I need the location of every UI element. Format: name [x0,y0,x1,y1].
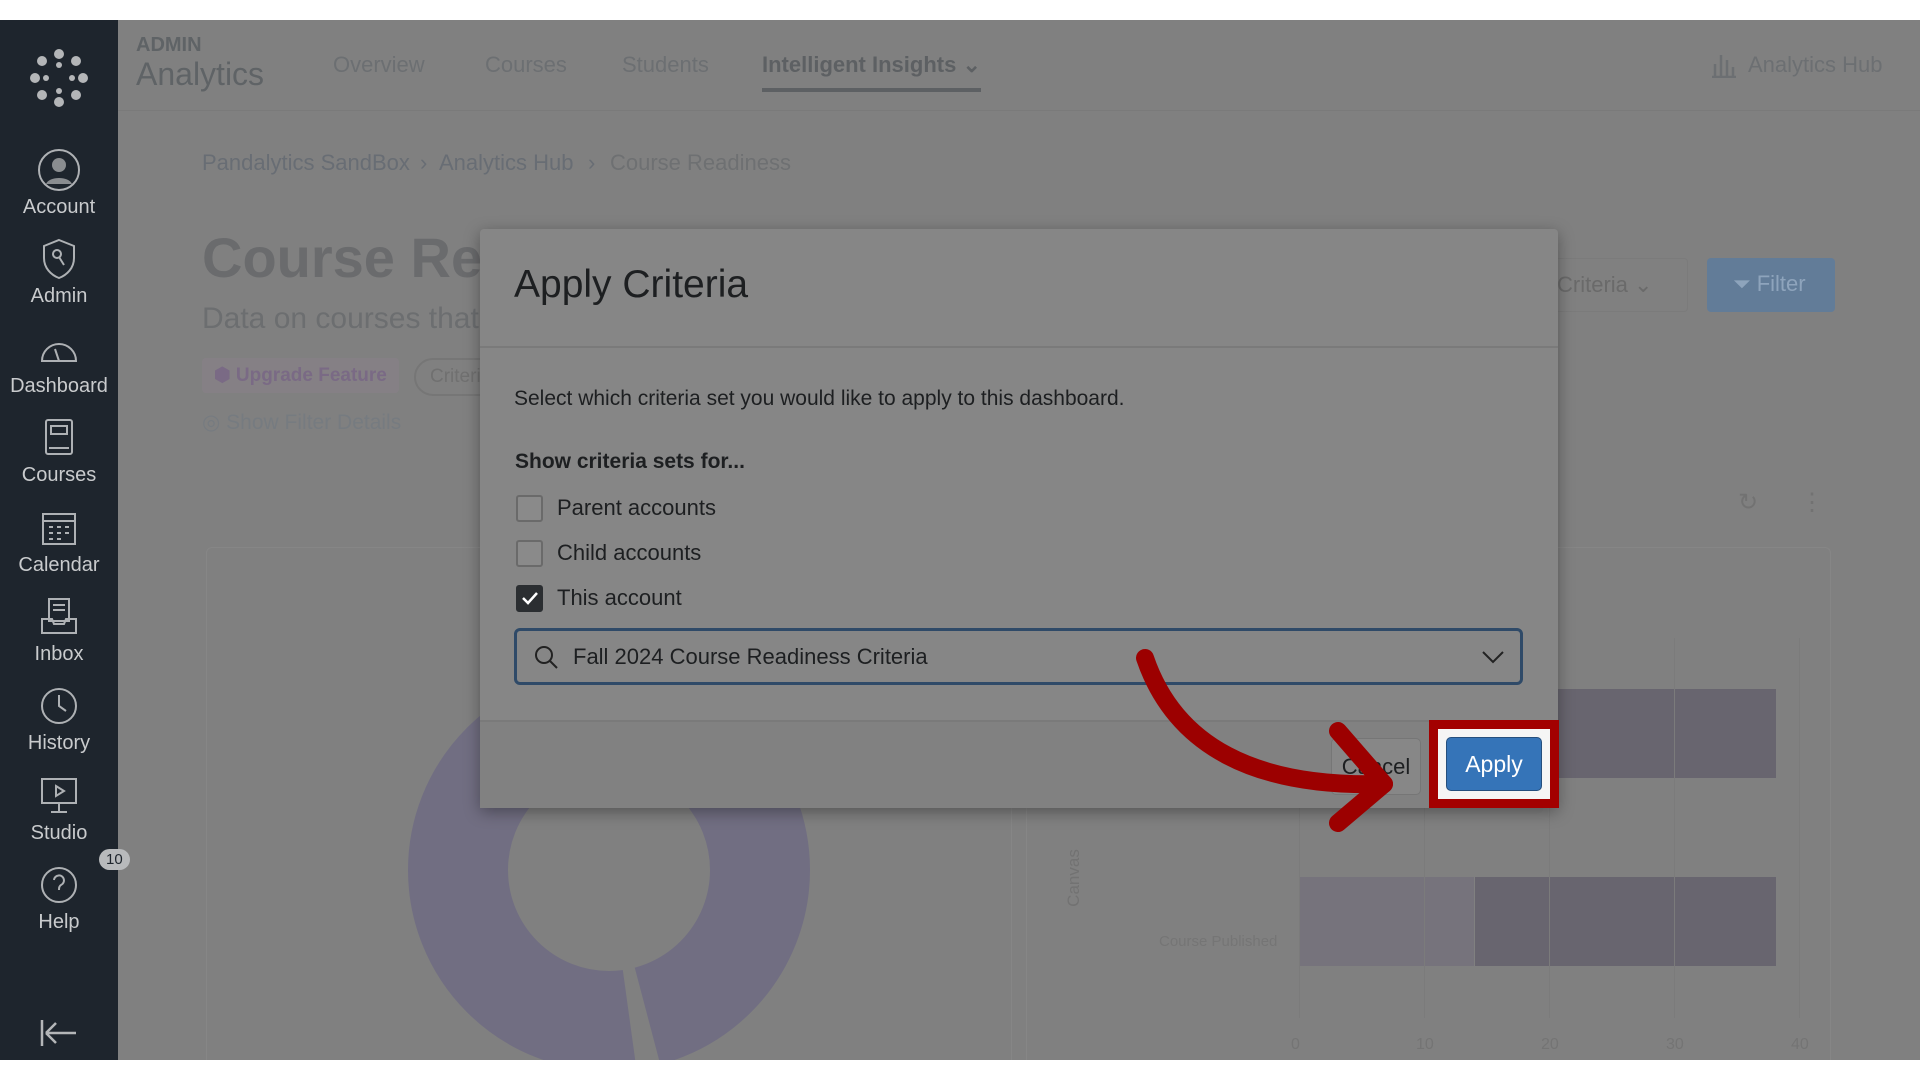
annotation-arrow-icon [1136,649,1393,832]
